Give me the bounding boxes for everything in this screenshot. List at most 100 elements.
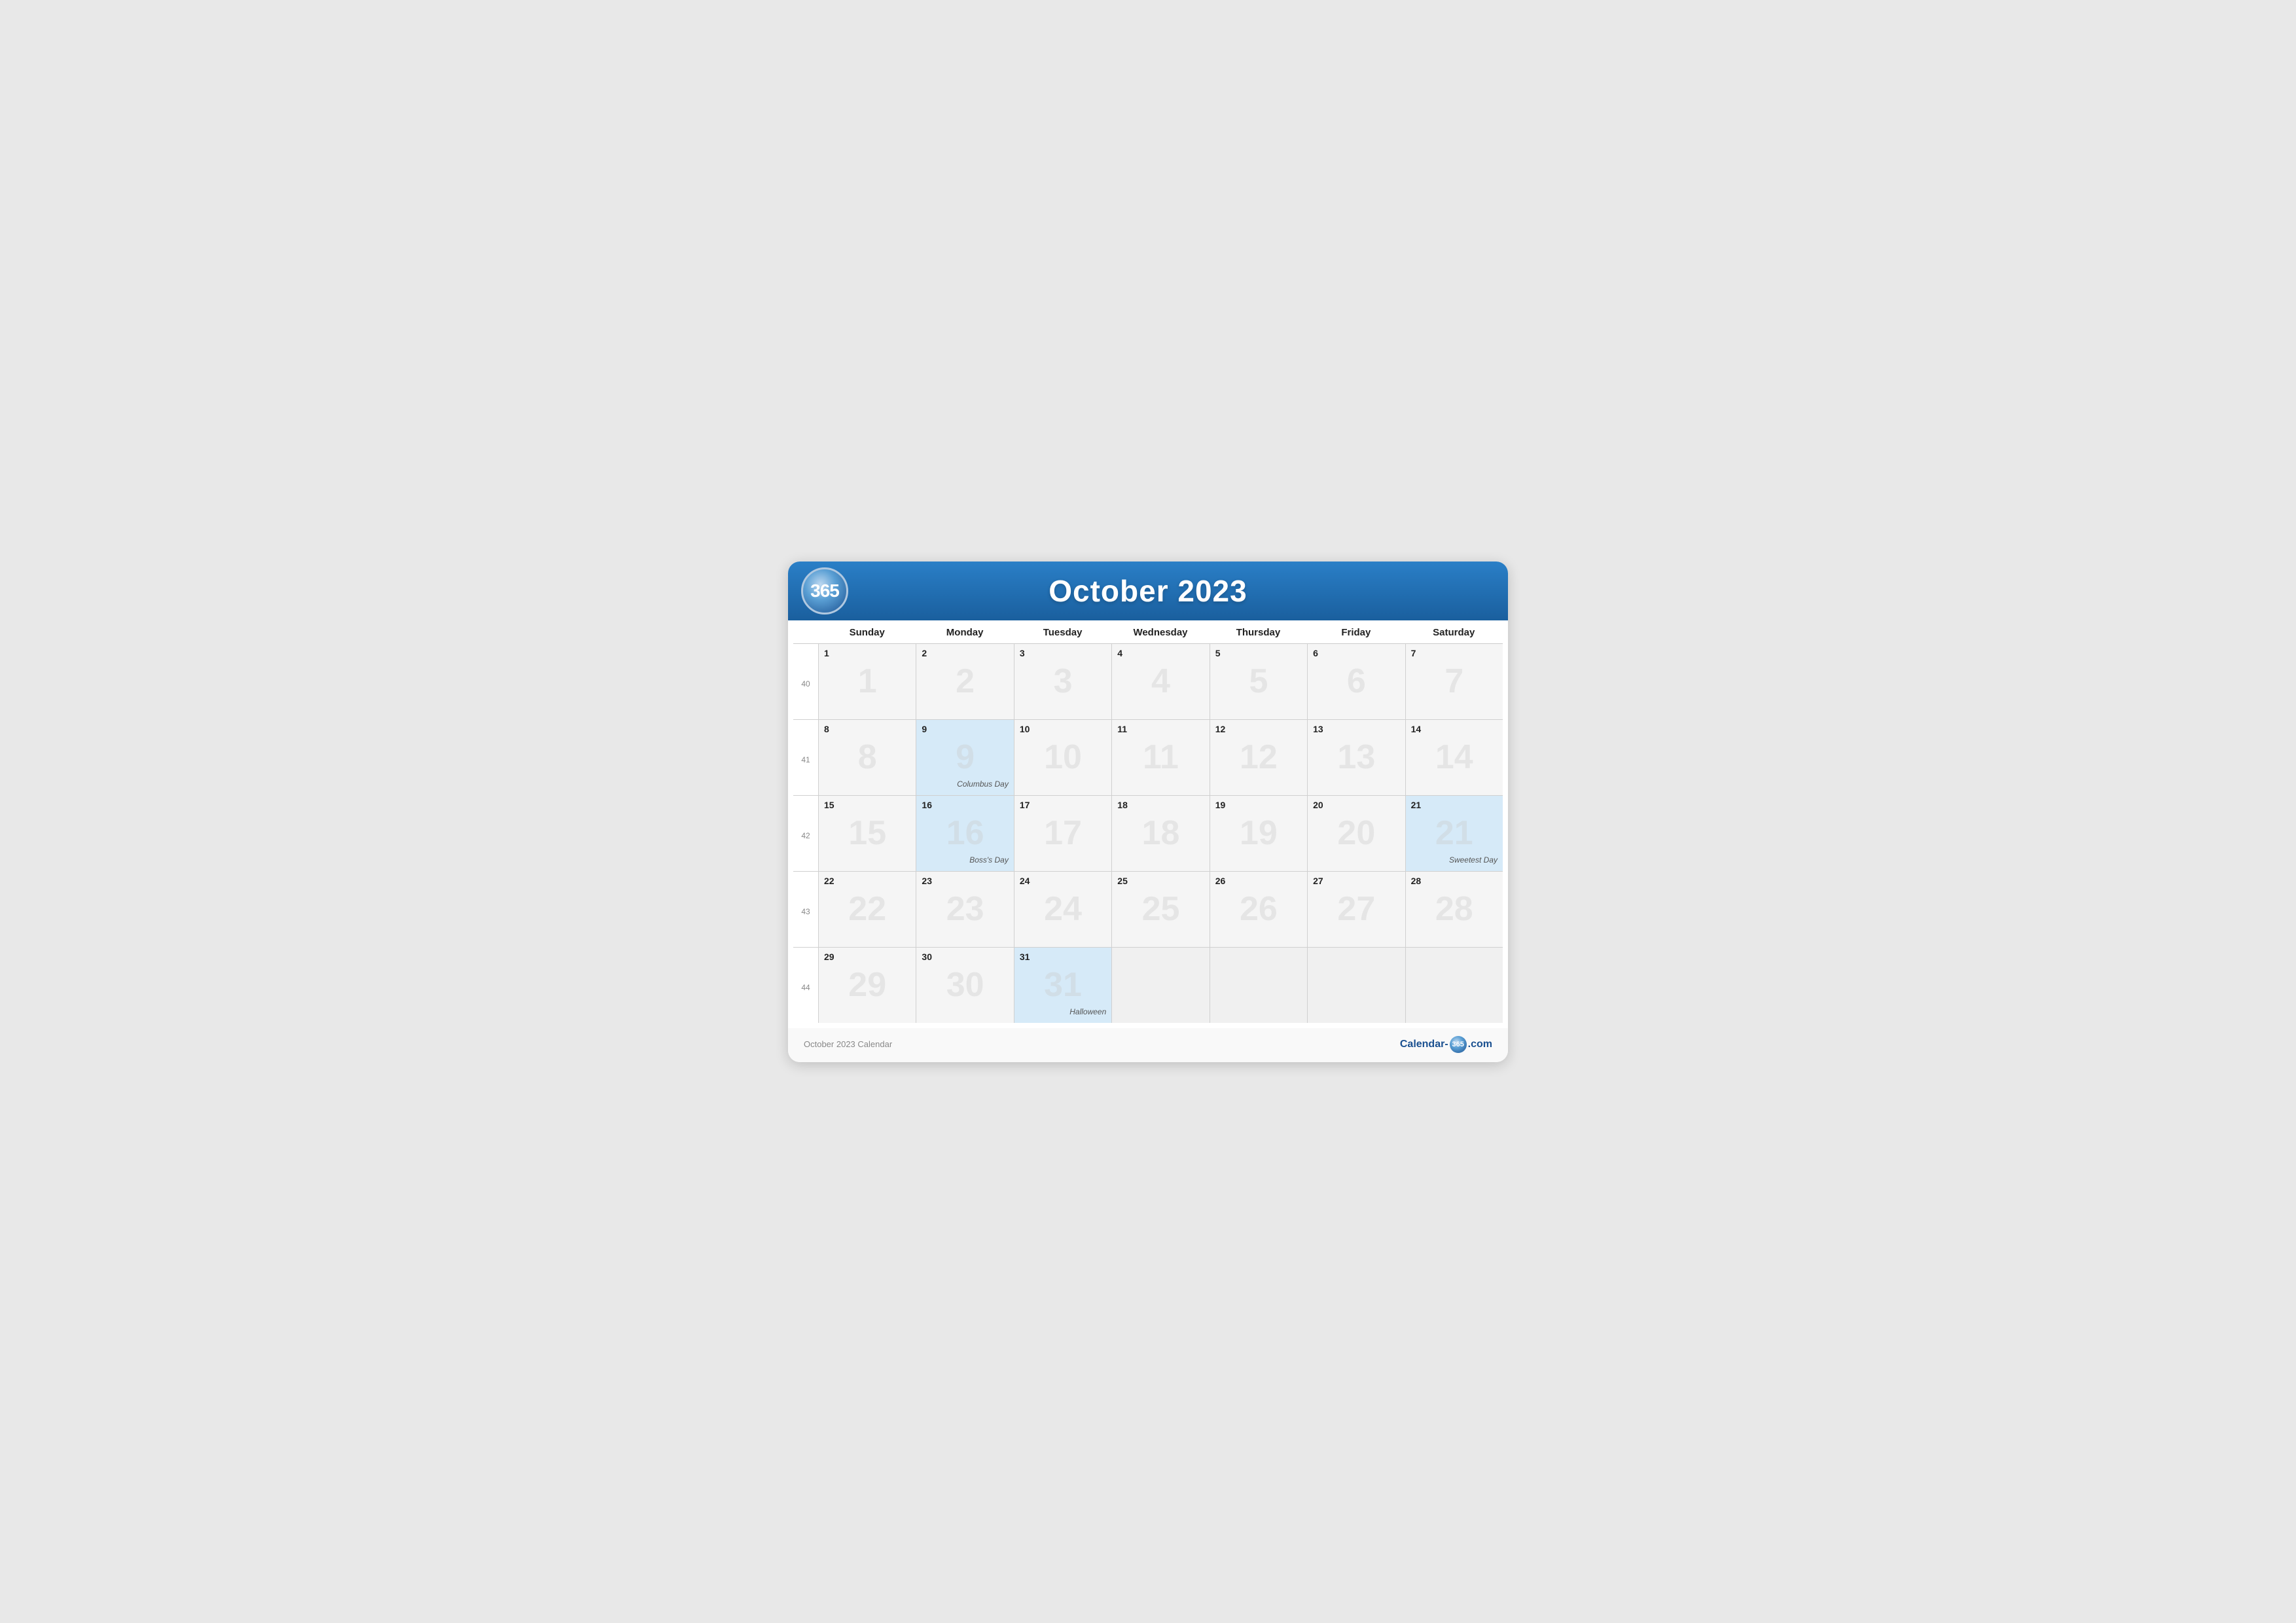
cell-date-number: 19 xyxy=(1215,800,1302,811)
calendar-cell xyxy=(1111,948,1209,1023)
calendar-cell: 88 xyxy=(818,720,916,795)
cell-date-number: 30 xyxy=(922,952,1008,963)
cell-date-number: 16 xyxy=(922,800,1008,811)
calendar-container: SundayMondayTuesdayWednesdayThursdayFrid… xyxy=(788,620,1508,1028)
cell-date-number: 5 xyxy=(1215,648,1302,659)
calendar-cell: 2525 xyxy=(1111,872,1209,947)
calendar-cell: 66 xyxy=(1307,644,1405,719)
day-header-sunday: Sunday xyxy=(818,620,916,643)
cell-date-number: 9 xyxy=(922,724,1008,735)
calendar-cell: 1717 xyxy=(1014,796,1111,871)
cell-watermark: 16 xyxy=(946,816,984,850)
cell-event: Columbus Day xyxy=(922,779,1008,791)
footer-brand-prefix: Calendar- xyxy=(1400,1039,1448,1050)
cell-watermark: 28 xyxy=(1435,892,1473,926)
cell-date-number: 6 xyxy=(1313,648,1399,659)
cell-watermark: 21 xyxy=(1435,816,1473,850)
calendar-cell xyxy=(1405,948,1503,1023)
cell-watermark: 5 xyxy=(1249,664,1268,698)
calendar-cell: 2929 xyxy=(818,948,916,1023)
week-number: 41 xyxy=(793,720,818,795)
cell-date-number: 7 xyxy=(1411,648,1498,659)
cell-date-number: 10 xyxy=(1020,724,1106,735)
cell-date-number: 14 xyxy=(1411,724,1498,735)
calendar-cell: 1212 xyxy=(1210,720,1307,795)
week-num-header xyxy=(793,620,818,643)
cell-date-number: 27 xyxy=(1313,876,1399,887)
cell-watermark: 12 xyxy=(1240,740,1278,774)
calendar-cell: 77 xyxy=(1405,644,1503,719)
calendar-row: 418899Columbus Day10101111121213131414 xyxy=(793,720,1503,796)
calendar-cell: 1515 xyxy=(818,796,916,871)
cell-date-number: 20 xyxy=(1313,800,1399,811)
cell-watermark: 20 xyxy=(1337,816,1375,850)
calendar-cell: 2828 xyxy=(1405,872,1503,947)
week-number: 43 xyxy=(793,872,818,947)
cell-watermark: 7 xyxy=(1444,664,1463,698)
cell-date-number: 8 xyxy=(824,724,910,735)
cell-date-number: 13 xyxy=(1313,724,1399,735)
calendar-cell: 3131Halloween xyxy=(1014,948,1111,1023)
cell-watermark: 17 xyxy=(1044,816,1082,850)
calendar-cell: 2222 xyxy=(818,872,916,947)
cell-watermark: 15 xyxy=(848,816,886,850)
calendar-cell: 2020 xyxy=(1307,796,1405,871)
cell-watermark: 23 xyxy=(946,892,984,926)
cell-date-number: 31 xyxy=(1020,952,1106,963)
day-headers-row: SundayMondayTuesdayWednesdayThursdayFrid… xyxy=(793,620,1503,644)
calendar-header: 365 October 2023 xyxy=(788,562,1508,620)
cell-watermark: 3 xyxy=(1054,664,1073,698)
cell-watermark: 11 xyxy=(1143,740,1179,774)
cell-date-number: 26 xyxy=(1215,876,1302,887)
calendar-cell: 1818 xyxy=(1111,796,1209,871)
calendar-cell: 16 16 Boss's Day xyxy=(916,796,1013,871)
calendar-cell: 33 xyxy=(1014,644,1111,719)
cell-date-number: 28 xyxy=(1411,876,1498,887)
cell-watermark: 14 xyxy=(1435,740,1473,774)
calendar-page: 365 October 2023 SundayMondayTuesdayWedn… xyxy=(788,562,1508,1062)
calendar-cell: 11 xyxy=(818,644,916,719)
cell-event: Boss's Day xyxy=(922,855,1008,867)
cell-date-number: 24 xyxy=(1020,876,1106,887)
calendar-title: October 2023 xyxy=(1049,573,1247,609)
calendar-cell: 2727 xyxy=(1307,872,1405,947)
calendar-cell: 2323 xyxy=(916,872,1013,947)
cell-date-number: 1 xyxy=(824,648,910,659)
week-number: 42 xyxy=(793,796,818,871)
cell-date-number: 3 xyxy=(1020,648,1106,659)
cell-event: Halloween xyxy=(1020,1007,1106,1019)
cell-watermark: 25 xyxy=(1142,892,1180,926)
cell-date-number: 15 xyxy=(824,800,910,811)
calendar-cell: 2626 xyxy=(1210,872,1307,947)
day-header-saturday: Saturday xyxy=(1405,620,1503,643)
footer-left-text: October 2023 Calendar xyxy=(804,1039,892,1049)
cell-watermark: 26 xyxy=(1240,892,1278,926)
day-header-thursday: Thursday xyxy=(1210,620,1307,643)
cell-date-number: 25 xyxy=(1117,876,1204,887)
calendar-cell: 9 9 Columbus Day xyxy=(916,720,1013,795)
cell-watermark: 9 xyxy=(956,740,975,774)
week-number: 44 xyxy=(793,948,818,1023)
cell-date-number: 2 xyxy=(922,648,1008,659)
calendar-cell: 1010 xyxy=(1014,720,1111,795)
cell-watermark: 22 xyxy=(848,892,886,926)
cell-watermark: 2 xyxy=(956,664,975,698)
calendar-cell: 1111 xyxy=(1111,720,1209,795)
cell-watermark: 18 xyxy=(1142,816,1180,850)
cell-watermark: 6 xyxy=(1347,664,1366,698)
calendar-cell: 1414 xyxy=(1405,720,1503,795)
calendar-cell: 2121Sweetest Day xyxy=(1405,796,1503,871)
cell-watermark: 29 xyxy=(848,968,886,1002)
cell-date-number: 4 xyxy=(1117,648,1204,659)
day-header-tuesday: Tuesday xyxy=(1014,620,1111,643)
calendar-cell: 2424 xyxy=(1014,872,1111,947)
week-number: 40 xyxy=(793,644,818,719)
footer-brand-badge: 365 xyxy=(1450,1036,1467,1053)
cell-watermark: 19 xyxy=(1240,816,1278,850)
logo-text: 365 xyxy=(810,580,839,601)
cell-watermark: 27 xyxy=(1337,892,1375,926)
day-header-friday: Friday xyxy=(1307,620,1405,643)
calendar-row: 44292930303131Halloween xyxy=(793,948,1503,1023)
logo-badge: 365 xyxy=(801,567,848,615)
calendar-row: 432222232324242525262627272828 xyxy=(793,872,1503,948)
